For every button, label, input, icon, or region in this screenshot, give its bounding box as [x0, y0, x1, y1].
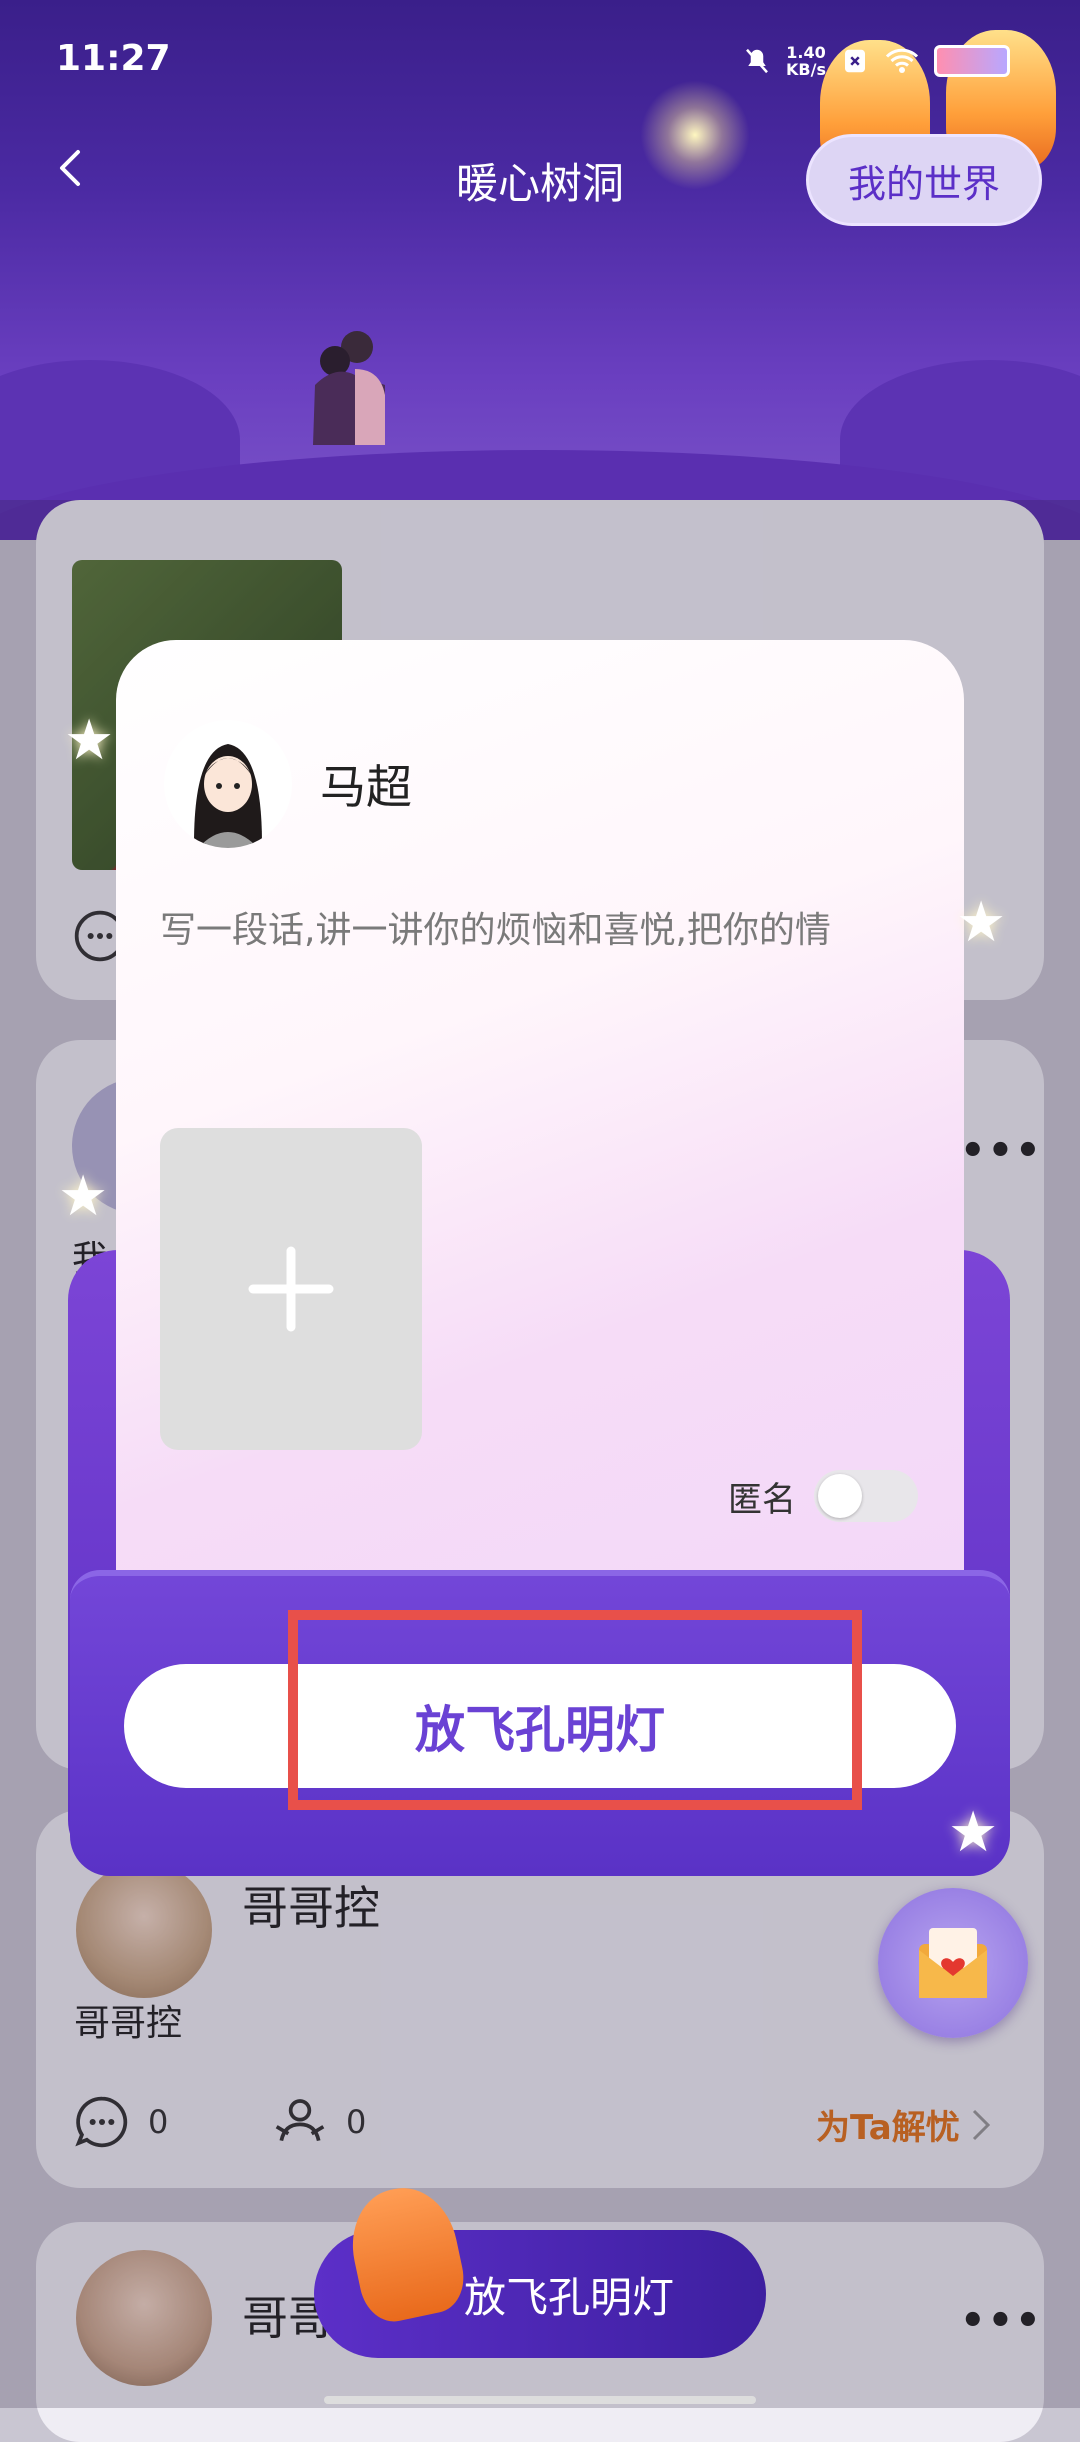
network-speed: 1.40 KB/s [786, 43, 826, 79]
star-icon: ★ [956, 890, 1007, 955]
anonymous-label: 匿名 [728, 1479, 796, 1520]
status-icons: 1.40 KB/s [742, 44, 1010, 78]
home-indicator[interactable] [324, 2396, 756, 2404]
modal-user: 马超 [164, 720, 412, 848]
sim-off-icon [845, 49, 865, 73]
star-icon: ★ [58, 1164, 109, 1229]
highlight-box [288, 1610, 862, 1810]
add-image-button[interactable] [160, 1128, 422, 1450]
user-name: 马超 [320, 760, 412, 814]
status-time: 11:27 [56, 38, 171, 79]
anonymous-row: 匿名 [728, 1470, 918, 1522]
message-input[interactable]: 写一段话,讲一讲你的烦恼和喜悦,把你的情 [160, 900, 920, 962]
battery-icon [934, 45, 1010, 77]
toggle-knob [818, 1474, 862, 1518]
star-icon: ★ [64, 708, 115, 773]
user-avatar [164, 720, 292, 848]
plus-icon [248, 1246, 334, 1332]
anonymous-toggle[interactable] [814, 1470, 918, 1522]
letter-button[interactable] [878, 1888, 1028, 2038]
envelope-icon [919, 1928, 987, 1998]
wifi-icon [885, 48, 919, 73]
status-bar: 11:27 1.40 KB/s [0, 0, 1080, 120]
couple-illustration [313, 331, 385, 445]
mute-bell-icon [746, 48, 768, 74]
my-world-button[interactable]: 我的世界 [806, 134, 1042, 226]
star-icon: ★ [948, 1800, 999, 1865]
